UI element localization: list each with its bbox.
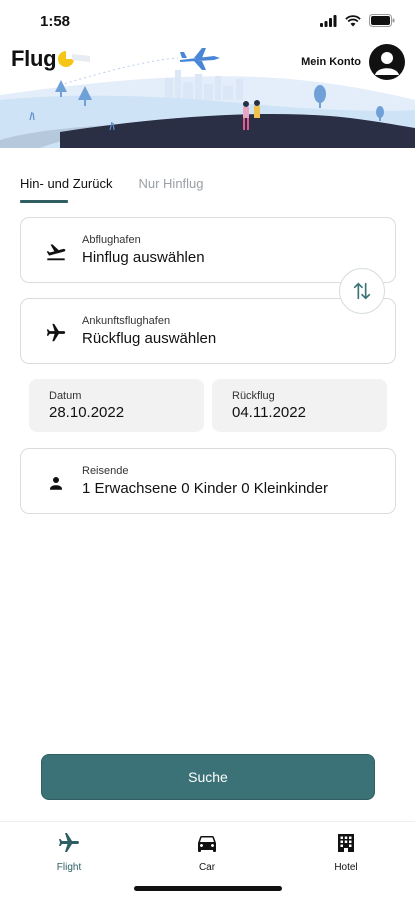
nav-item-car[interactable]: Car: [172, 830, 242, 873]
status-time: 1:58: [40, 13, 71, 30]
search-button[interactable]: Suche: [41, 754, 375, 800]
return-date-value: 04.11.2022: [232, 404, 306, 421]
account-button[interactable]: Mein Konto: [301, 44, 405, 80]
status-icons: [320, 14, 395, 27]
app-logo: Flug: [11, 46, 92, 72]
plane-icon: [45, 322, 67, 344]
car-icon: [194, 830, 220, 856]
departure-value: Hinflug auswählen: [82, 249, 205, 266]
signal-icon: [320, 14, 337, 27]
home-indicator[interactable]: [134, 886, 282, 891]
plane-takeoff-icon: [45, 241, 67, 263]
arrival-value: Rückflug auswählen: [82, 330, 217, 347]
outbound-date-value: 28.10.2022: [49, 404, 125, 421]
return-date-field[interactable]: Rückflug 04.11.2022: [212, 379, 387, 432]
outbound-date-field[interactable]: Datum 28.10.2022: [29, 379, 204, 432]
nav-item-hotel[interactable]: Hotel: [311, 830, 381, 873]
building-icon: [333, 830, 359, 856]
travelers-value: 1 Erwachsene 0 Kinder 0 Kleinkinder: [82, 480, 328, 497]
status-bar: 1:58: [0, 0, 415, 44]
logo-mark-icon: [58, 51, 91, 67]
avatar[interactable]: [369, 44, 405, 80]
return-date-label: Rückflug: [232, 390, 275, 402]
nav-item-flight[interactable]: Flight: [34, 830, 104, 873]
account-label: Mein Konto: [301, 56, 361, 68]
wifi-icon: [345, 14, 361, 26]
travelers-field[interactable]: Reisende 1 Erwachsene 0 Kinder 0 Kleinki…: [20, 448, 396, 514]
departure-field[interactable]: Abflughafen Hinflug auswählen: [20, 217, 396, 283]
arrival-label: Ankunftsflughafen: [82, 315, 171, 327]
swap-vertical-icon: [353, 282, 371, 300]
battery-icon: [369, 14, 395, 27]
logo-text: Flug: [11, 46, 57, 71]
tab-round-trip[interactable]: Hin- und Zurück: [20, 176, 112, 203]
swap-airports-button[interactable]: [339, 268, 385, 314]
trip-type-tabs: Hin- und Zurück Nur Hinflug: [20, 176, 204, 203]
outbound-date-label: Datum: [49, 390, 82, 402]
person-icon: [45, 472, 67, 494]
nav-label-flight: Flight: [56, 862, 82, 873]
nav-label-car: Car: [198, 862, 216, 873]
nav-label-hotel: Hotel: [334, 862, 358, 873]
travelers-label: Reisende: [82, 465, 129, 477]
arrival-field[interactable]: Ankunftsflughafen Rückflug auswählen: [20, 298, 396, 364]
user-icon: [375, 52, 399, 75]
plane-icon: [56, 830, 82, 856]
tab-one-way[interactable]: Nur Hinflug: [138, 176, 203, 203]
departure-label: Abflughafen: [82, 234, 141, 246]
